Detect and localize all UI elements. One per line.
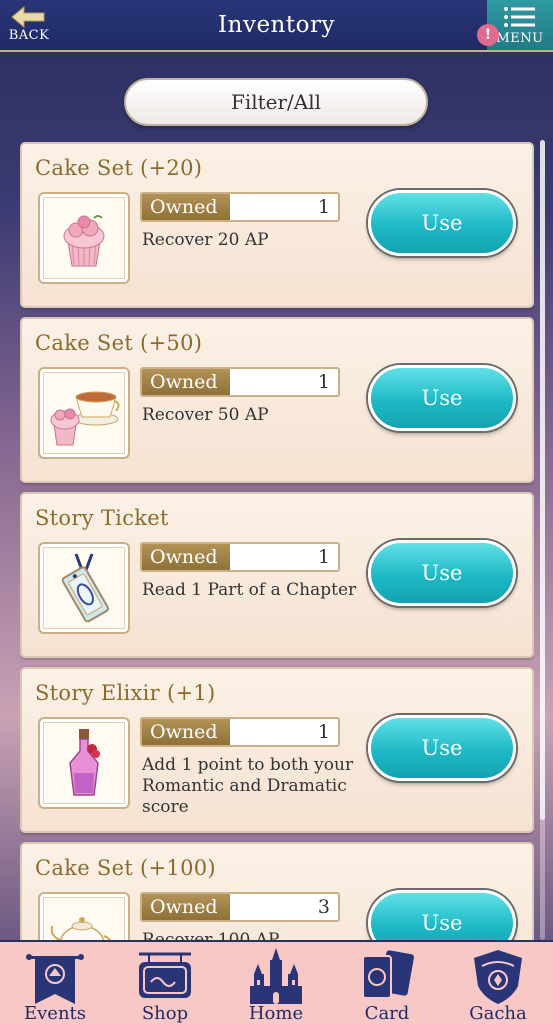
owned-label: Owned (142, 894, 230, 920)
inventory-item: Cake Set (+50) Owned 1 Recover 50 AP Use (20, 317, 534, 483)
item-description: Read 1 Part of a Chapter (142, 580, 357, 600)
owned-count: 1 (317, 196, 330, 218)
owned-label: Owned (142, 544, 230, 570)
owned-count: 1 (317, 546, 330, 568)
inventory-item: Cake Set (+100) Owned 3 Recover 100 AP U… (20, 842, 534, 942)
owned-label: Owned (142, 369, 230, 395)
item-name: Cake Set (+50) (35, 331, 203, 355)
notification-badge: ! (477, 24, 499, 46)
nav-gacha[interactable]: Gacha (443, 942, 553, 1024)
item-thumbnail (38, 717, 130, 809)
use-button[interactable]: Use (368, 365, 516, 431)
castle-icon (250, 948, 302, 1004)
menu-list-icon (504, 7, 535, 27)
inventory-list: Cake Set (+20) Owned 1 Recover 20 AP Use… (20, 142, 534, 942)
menu-button[interactable]: MENU ! (477, 0, 553, 50)
item-description: Recover 50 AP (142, 405, 269, 425)
filter-button[interactable]: Filter/All (124, 78, 428, 126)
item-name: Cake Set (+100) (35, 856, 216, 880)
use-button[interactable]: Use (368, 715, 516, 781)
nav-label: Shop (141, 1003, 189, 1024)
inventory-item: Story Elixir (+1) Owned 1 Add 1 point to… (20, 667, 534, 833)
teapot-icon (50, 917, 112, 942)
owned-count-bar: Owned 1 (140, 367, 340, 397)
scroll-thumb[interactable] (540, 140, 545, 820)
cards-icon (362, 950, 414, 999)
item-name: Story Elixir (+1) (35, 681, 216, 705)
owned-count-bar: Owned 3 (140, 892, 340, 922)
nav-label: Events (23, 1003, 87, 1024)
owned-count: 3 (317, 896, 330, 918)
cupcake-teacup-icon (50, 391, 120, 446)
inventory-item: Story Ticket Owned 1 Read 1 Part of a Ch… (20, 492, 534, 658)
inventory-item: Cake Set (+20) Owned 1 Recover 20 AP Use (20, 142, 534, 308)
nav-events[interactable]: Events (0, 942, 110, 1024)
nav-home[interactable]: Home (221, 942, 331, 1024)
nav-label: Home (248, 1003, 304, 1024)
owned-label: Owned (142, 719, 230, 745)
nav-shop[interactable]: Shop (110, 942, 220, 1024)
bottom-nav: Events Shop Home Card Gacha (0, 940, 553, 1024)
item-description: Add 1 point to both your Romantic and Dr… (142, 755, 354, 817)
owned-count-bar: Owned 1 (140, 717, 340, 747)
scrollbar[interactable] (540, 140, 545, 940)
elixir-bottle-icon (69, 729, 100, 796)
owned-count-bar: Owned 1 (140, 542, 340, 572)
use-button[interactable]: Use (368, 540, 516, 606)
item-thumbnail (38, 892, 130, 942)
item-thumbnail (38, 192, 130, 284)
owned-count: 1 (317, 721, 330, 743)
ticket-icon (61, 553, 110, 623)
use-button[interactable]: Use (368, 890, 516, 942)
events-banner-icon (26, 954, 84, 1004)
nav-card[interactable]: Card (332, 942, 442, 1024)
gacha-shield-icon (474, 950, 522, 1004)
item-thumbnail (38, 542, 130, 634)
use-button[interactable]: Use (368, 190, 516, 256)
owned-count-bar: Owned 1 (140, 192, 340, 222)
shop-sign-icon (139, 952, 191, 998)
page-title: Inventory (218, 12, 335, 38)
item-name: Story Ticket (35, 506, 169, 530)
item-description: Recover 20 AP (142, 230, 269, 250)
owned-label: Owned (142, 194, 230, 220)
header-bar: BACK Inventory MENU ! (0, 0, 553, 52)
nav-label: Card (364, 1003, 410, 1024)
item-thumbnail (38, 367, 130, 459)
owned-count: 1 (317, 371, 330, 393)
cupcake-icon (63, 215, 105, 267)
item-name: Cake Set (+20) (35, 156, 203, 180)
nav-label: Gacha (469, 1003, 527, 1024)
